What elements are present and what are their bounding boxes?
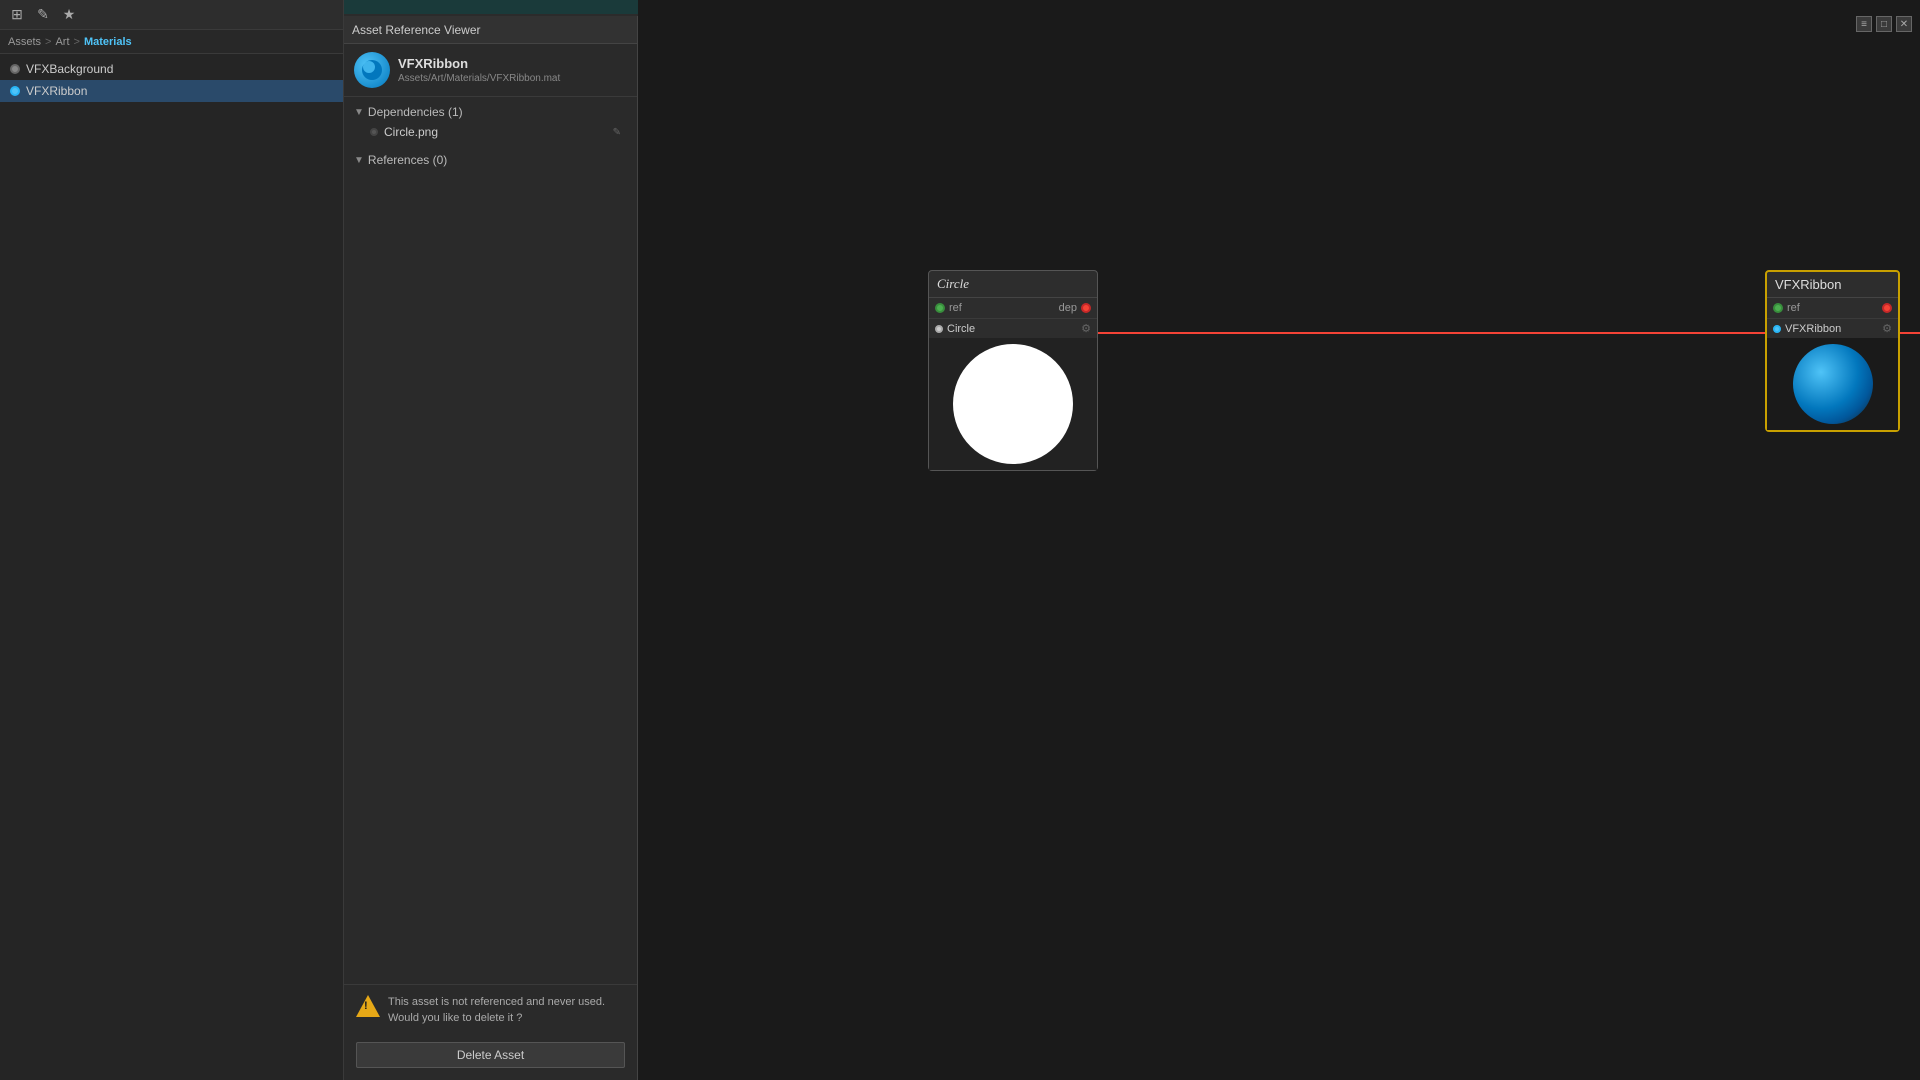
circle-asset-dot xyxy=(935,325,943,333)
circle-dep-port-dot xyxy=(1081,303,1091,313)
toolbar-pencil-button[interactable]: ✎ xyxy=(32,4,54,26)
dep-arrow-icon: ▼ xyxy=(354,107,364,118)
warning-text: This asset is not referenced and never u… xyxy=(388,995,625,1026)
node-circle: Circle ref dep Circle ⚙ xyxy=(928,270,1098,471)
arv-asset-icon xyxy=(354,52,390,88)
vfxribbon-settings-icon[interactable]: ⚙ xyxy=(1882,322,1892,335)
arv-warning-area: This asset is not referenced and never u… xyxy=(344,985,637,1036)
asset-name-vfxbackground: VFXBackground xyxy=(26,62,113,76)
circle-asset-row: Circle ⚙ xyxy=(929,319,1097,338)
vfxribbon-port-left[interactable]: ref xyxy=(1773,302,1800,314)
arv-titlebar: Asset Reference Viewer xyxy=(344,16,637,44)
restore-button[interactable]: □ xyxy=(1876,16,1892,32)
circle-asset-name: Circle xyxy=(947,323,975,335)
arv-content-empty xyxy=(344,175,637,984)
arv-icon-svg xyxy=(360,58,384,82)
asset-list: VFXBackground VFXRibbon xyxy=(0,54,343,106)
circle-ref-label: ref xyxy=(949,302,962,314)
vfxribbon-node-ports: ref xyxy=(1767,298,1898,319)
breadcrumb-assets[interactable]: Assets xyxy=(8,36,41,48)
breadcrumb-materials[interactable]: Materials xyxy=(84,36,132,48)
asset-dot-vfxribbon xyxy=(10,86,20,96)
circle-preview-image xyxy=(953,344,1073,464)
arv-panel: Asset Reference Viewer VFXRibbon Assets/… xyxy=(344,16,638,1080)
circle-preview xyxy=(929,338,1097,470)
asset-dot-vfxbackground xyxy=(10,64,20,74)
vfxribbon-node-header: VFXRibbon xyxy=(1767,272,1898,298)
dep-dot-circle xyxy=(370,128,378,136)
vfxribbon-preview xyxy=(1767,338,1898,430)
breadcrumb-art[interactable]: Art xyxy=(55,36,69,48)
asset-item-vfxribbon[interactable]: VFXRibbon xyxy=(0,80,343,102)
dep-item-name: Circle.png xyxy=(384,125,438,139)
arv-dependencies-section: ▼ Dependencies (1) Circle.png ✎ xyxy=(344,97,637,145)
vfxribbon-asset-name: VFXRibbon xyxy=(1785,323,1841,335)
circle-port-left[interactable]: ref xyxy=(935,302,962,314)
asset-item-vfxbackground[interactable]: VFXBackground xyxy=(0,58,343,80)
dep-label: Dependencies (1) xyxy=(368,105,463,119)
warning-triangle xyxy=(356,995,380,1017)
window-controls: ≡ □ ✕ xyxy=(1856,16,1912,32)
connection-svg xyxy=(638,0,1920,1080)
close-button[interactable]: ✕ xyxy=(1896,16,1912,32)
arv-asset-name: VFXRibbon xyxy=(398,56,560,71)
circle-settings-icon[interactable]: ⚙ xyxy=(1081,322,1091,335)
breadcrumb: Assets > Art > Materials xyxy=(0,30,343,54)
vfxribbon-dep-port-dot xyxy=(1882,303,1892,313)
toolbar-star-button[interactable]: ★ xyxy=(58,4,80,26)
breadcrumb-sep-1: > xyxy=(45,36,51,48)
breadcrumb-sep-2: > xyxy=(74,36,80,48)
node-graph: Circle ref dep Circle ⚙ VFXRibbon ref xyxy=(638,0,1920,1080)
circle-dep-label: dep xyxy=(1059,302,1077,314)
arv-references-section: ▼ References (0) xyxy=(344,145,637,175)
arv-references-header[interactable]: ▼ References (0) xyxy=(354,149,627,171)
arv-bottom: This asset is not referenced and never u… xyxy=(344,984,637,1080)
arv-asset-header: VFXRibbon Assets/Art/Materials/VFXRibbon… xyxy=(344,44,637,97)
arv-title: Asset Reference Viewer xyxy=(352,23,629,37)
ref-label: References (0) xyxy=(368,153,447,167)
delete-asset-button[interactable]: Delete Asset xyxy=(356,1042,625,1068)
vfxribbon-ref-label: ref xyxy=(1787,302,1800,314)
node-vfxribbon: VFXRibbon ref VFXRibbon ⚙ xyxy=(1765,270,1900,432)
arv-dependencies-header[interactable]: ▼ Dependencies (1) xyxy=(354,101,627,123)
vfxribbon-preview-image xyxy=(1793,344,1873,424)
ref-arrow-icon: ▼ xyxy=(354,155,364,166)
circle-ref-port-dot xyxy=(935,303,945,313)
toolbar-grid-button[interactable]: ⊞ xyxy=(6,4,28,26)
circle-node-ports: ref dep xyxy=(929,298,1097,319)
asset-browser-panel: ⊞ ✎ ★ Assets > Art > Materials VFXBackgr… xyxy=(0,0,344,1080)
menu-button[interactable]: ≡ xyxy=(1856,16,1872,32)
vfxribbon-ref-port-dot xyxy=(1773,303,1783,313)
dep-edit-icon: ✎ xyxy=(613,127,621,138)
circle-node-header: Circle xyxy=(929,271,1097,298)
vfxribbon-asset-row: VFXRibbon ⚙ xyxy=(1767,319,1898,338)
warning-icon xyxy=(356,995,380,1019)
circle-port-right[interactable]: dep xyxy=(1059,302,1091,314)
dep-item-circle[interactable]: Circle.png ✎ xyxy=(354,123,627,141)
asset-browser-toolbar: ⊞ ✎ ★ xyxy=(0,0,343,30)
arv-asset-path: Assets/Art/Materials/VFXRibbon.mat xyxy=(398,73,560,84)
delete-btn-row: Delete Asset xyxy=(344,1036,637,1080)
vfxribbon-asset-dot xyxy=(1773,325,1781,333)
arv-asset-info: VFXRibbon Assets/Art/Materials/VFXRibbon… xyxy=(398,56,560,84)
asset-name-vfxribbon: VFXRibbon xyxy=(26,84,87,98)
vfxribbon-port-right[interactable] xyxy=(1882,303,1892,313)
